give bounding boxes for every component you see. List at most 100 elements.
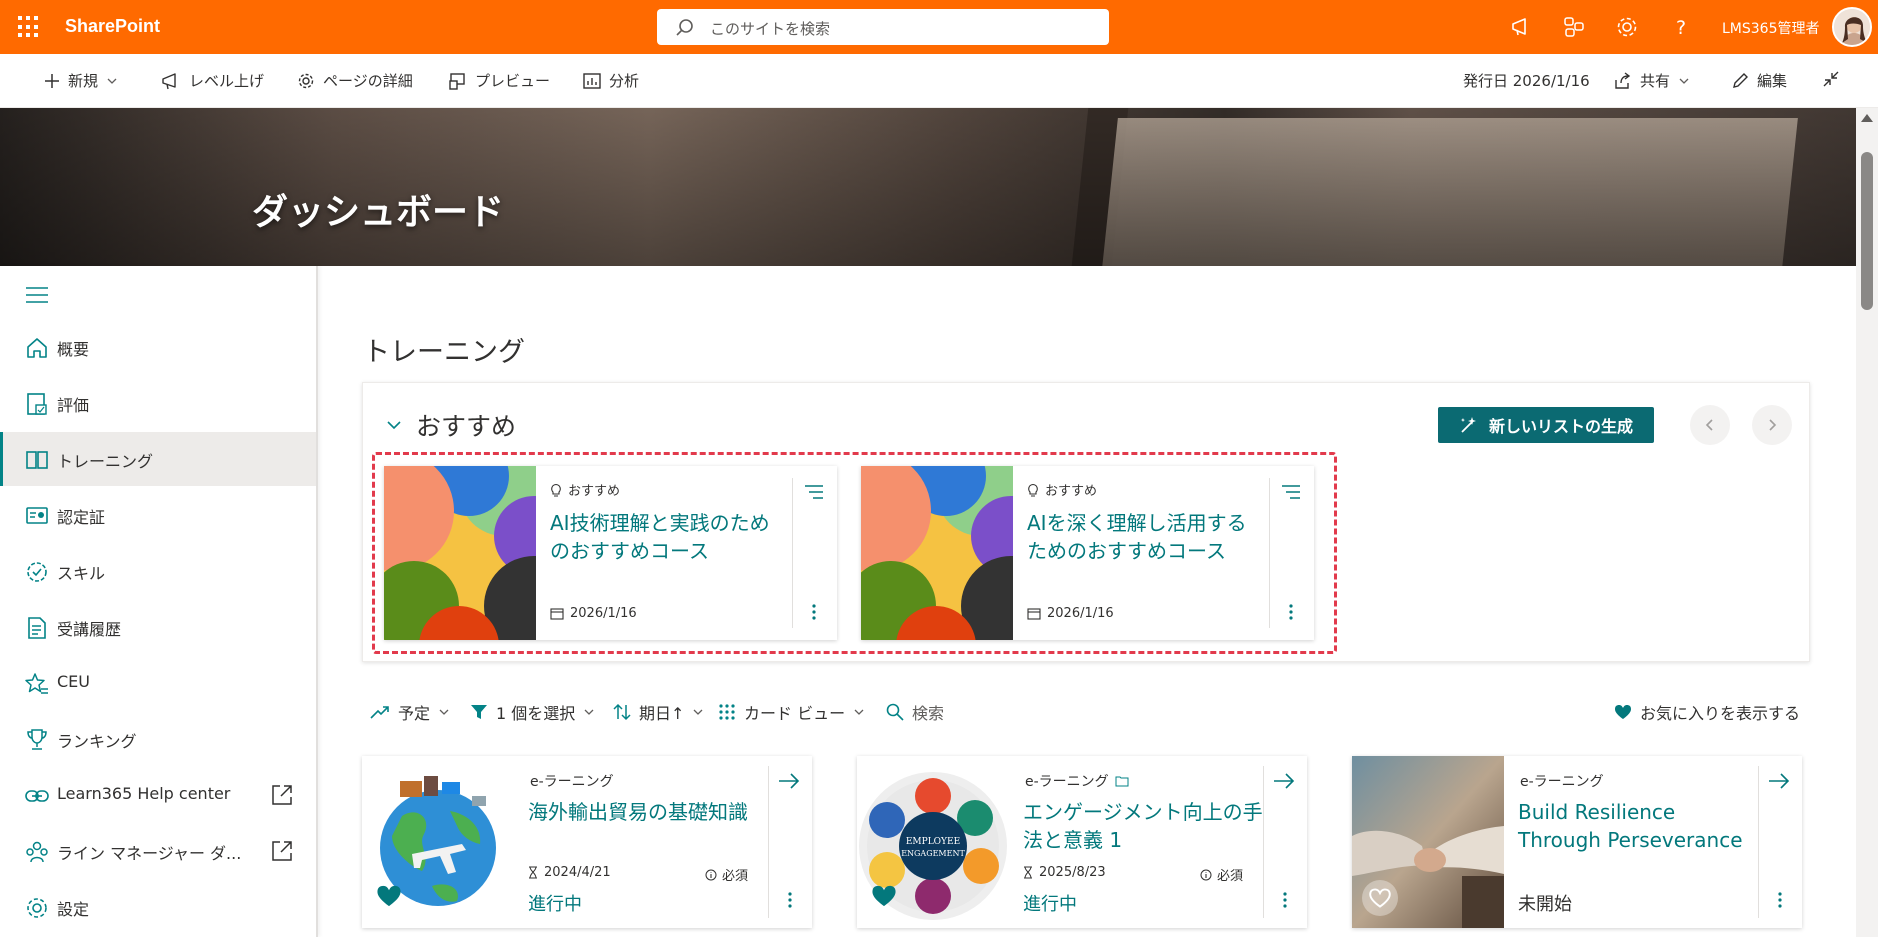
- nav-item-skills[interactable]: スキル: [0, 544, 316, 598]
- page-details-button[interactable]: ページの詳細: [297, 70, 413, 91]
- nav-item-history[interactable]: 受講履歴: [0, 600, 316, 654]
- new-button[interactable]: 新規: [44, 70, 118, 91]
- skill-badge-icon: [27, 562, 47, 582]
- chevron-down-icon: [854, 709, 864, 715]
- sort-label: 期日↑: [639, 704, 685, 723]
- avatar[interactable]: [1832, 7, 1872, 47]
- help-icon[interactable]: ?: [1668, 14, 1694, 40]
- plus-icon: [45, 73, 59, 88]
- promote-button[interactable]: レベル上げ: [161, 70, 264, 91]
- course-type: e-ラーニング: [1025, 771, 1129, 791]
- share-network-icon[interactable]: [1561, 14, 1587, 40]
- course-required-label: 必須: [1217, 869, 1244, 884]
- folder-icon: [1115, 776, 1129, 787]
- preview-button[interactable]: プレビュー: [449, 70, 550, 91]
- analytics-button[interactable]: 分析: [583, 70, 639, 91]
- course-card[interactable]: e-ラーニング Build Resilience Through Perseve…: [1352, 756, 1802, 928]
- collapse-button[interactable]: [1822, 70, 1840, 88]
- nav-item-ceu[interactable]: CEU: [0, 656, 316, 710]
- suite-bar: SharePoint このサイトを検索 ? LMS365管理者: [0, 0, 1878, 54]
- megaphone-icon[interactable]: [1508, 14, 1534, 40]
- recommended-card-title[interactable]: AIを深く理解し活用するためのおすすめコース: [1027, 509, 1257, 565]
- magic-wand-icon: [1460, 417, 1476, 433]
- course-title[interactable]: 海外輸出貿易の基礎知識: [528, 798, 768, 826]
- gear-icon: [27, 898, 47, 918]
- arrow-right-icon[interactable]: [1273, 772, 1295, 790]
- page-details-label: ページの詳細: [323, 72, 413, 90]
- next-page-button[interactable]: [1752, 405, 1792, 445]
- view-dropdown[interactable]: カード ビュー: [718, 700, 865, 724]
- app-launcher-icon[interactable]: [18, 16, 40, 38]
- course-thumbnail: [861, 466, 1013, 640]
- scroll-thumb[interactable]: [1861, 152, 1873, 310]
- page-scrollbar[interactable]: [1856, 108, 1878, 937]
- preview-label: プレビュー: [475, 72, 551, 90]
- course-required: 必須: [1200, 865, 1243, 884]
- hourglass-icon: [529, 866, 537, 879]
- star-list-icon: [25, 673, 48, 694]
- app-name[interactable]: SharePoint: [65, 16, 160, 37]
- list-view-icon[interactable]: [804, 484, 824, 500]
- favorite-heart-icon[interactable]: [376, 884, 402, 908]
- site-search-box[interactable]: このサイトを検索: [657, 9, 1109, 45]
- course-thumbnail: [384, 466, 536, 640]
- chevron-down-icon: [107, 78, 117, 84]
- recommended-card-title[interactable]: AI技術理解と実践のためのおすすめコース: [550, 509, 780, 565]
- hamburger-menu-icon[interactable]: [26, 286, 48, 304]
- recommended-header[interactable]: おすすめ: [386, 407, 516, 443]
- course-title[interactable]: Build Resilience Through Perseverance: [1518, 798, 1758, 854]
- filter-dropdown[interactable]: 1 個を選択: [470, 700, 595, 724]
- scope-dropdown[interactable]: 予定: [370, 700, 450, 724]
- page-banner: ダッシュボード: [0, 108, 1856, 266]
- share-icon: [1615, 71, 1631, 89]
- favorite-heart-button[interactable]: [1362, 880, 1398, 916]
- nav-item-settings[interactable]: 設定: [0, 880, 316, 934]
- nav-item-line-manager[interactable]: ライン マネージャー ダ...: [0, 824, 316, 878]
- course-due: 2025/8/23: [1023, 865, 1106, 880]
- previous-page-button[interactable]: [1690, 405, 1730, 445]
- preview-icon: [449, 72, 465, 90]
- more-options-icon[interactable]: [1288, 602, 1294, 622]
- recommended-card[interactable]: おすすめ AIを深く理解し活用するためのおすすめコース 2026/1/16: [861, 466, 1314, 640]
- course-card[interactable]: EMPLOYEE ENGAGEMENT e-ラーニング エンゲージメント向上の手法…: [857, 756, 1307, 928]
- course-card[interactable]: e-ラーニング 海外輸出貿易の基礎知識 2024/4/21 必須 進行中: [362, 756, 812, 928]
- sort-dropdown[interactable]: 期日↑: [613, 700, 704, 724]
- more-options-icon[interactable]: [811, 602, 817, 622]
- user-name[interactable]: LMS365管理者: [1722, 18, 1820, 38]
- edit-button[interactable]: 編集: [1731, 70, 1787, 91]
- arrow-right-icon[interactable]: [778, 772, 800, 790]
- nav-item-assessment[interactable]: 評価: [0, 376, 316, 430]
- list-view-icon[interactable]: [1281, 484, 1301, 500]
- left-navigation: 概要 評価 トレーニング 認定証 スキル 受講履歴 CEU ランキング Lear…: [0, 266, 318, 937]
- nav-item-ranking[interactable]: ランキング: [0, 712, 316, 766]
- course-due-date: 2024/4/21: [544, 865, 611, 880]
- course-title[interactable]: エンゲージメント向上の手法と意義 1: [1023, 798, 1263, 854]
- scroll-up-arrow-icon[interactable]: [1861, 114, 1873, 122]
- nav-item-training[interactable]: トレーニング: [0, 432, 316, 486]
- nav-item-certificates[interactable]: 認定証: [0, 488, 316, 542]
- recommended-date-label: 2026/1/16: [570, 606, 637, 621]
- lightbulb-icon: [551, 483, 561, 497]
- share-button[interactable]: 共有: [1614, 70, 1690, 91]
- nav-item-label: 認定証: [57, 508, 106, 527]
- more-options-icon[interactable]: [1777, 890, 1783, 910]
- nav-item-help-center[interactable]: Learn365 Help center: [0, 768, 316, 822]
- arrow-right-icon[interactable]: [1768, 772, 1790, 790]
- chevron-down-icon: [1679, 78, 1689, 84]
- recommended-card[interactable]: おすすめ AI技術理解と実践のためのおすすめコース 2026/1/16: [384, 466, 837, 640]
- more-options-icon[interactable]: [1282, 890, 1288, 910]
- generate-list-button[interactable]: 新しいリストの生成: [1438, 407, 1654, 443]
- show-favorites-toggle[interactable]: お気に入りを表示する: [1614, 700, 1800, 724]
- certificate-icon: [26, 507, 48, 524]
- favorite-heart-icon[interactable]: [871, 884, 897, 908]
- home-icon: [27, 338, 47, 358]
- assessment-icon: [27, 393, 47, 415]
- nav-item-overview[interactable]: 概要: [0, 320, 316, 374]
- gear-icon[interactable]: [1614, 14, 1640, 40]
- calendar-icon: [1027, 608, 1041, 620]
- course-search[interactable]: 検索: [886, 700, 944, 724]
- nav-item-label: 評価: [57, 396, 90, 415]
- analytics-icon: [583, 72, 601, 89]
- more-options-icon[interactable]: [787, 890, 793, 910]
- course-status: 進行中: [1023, 894, 1077, 915]
